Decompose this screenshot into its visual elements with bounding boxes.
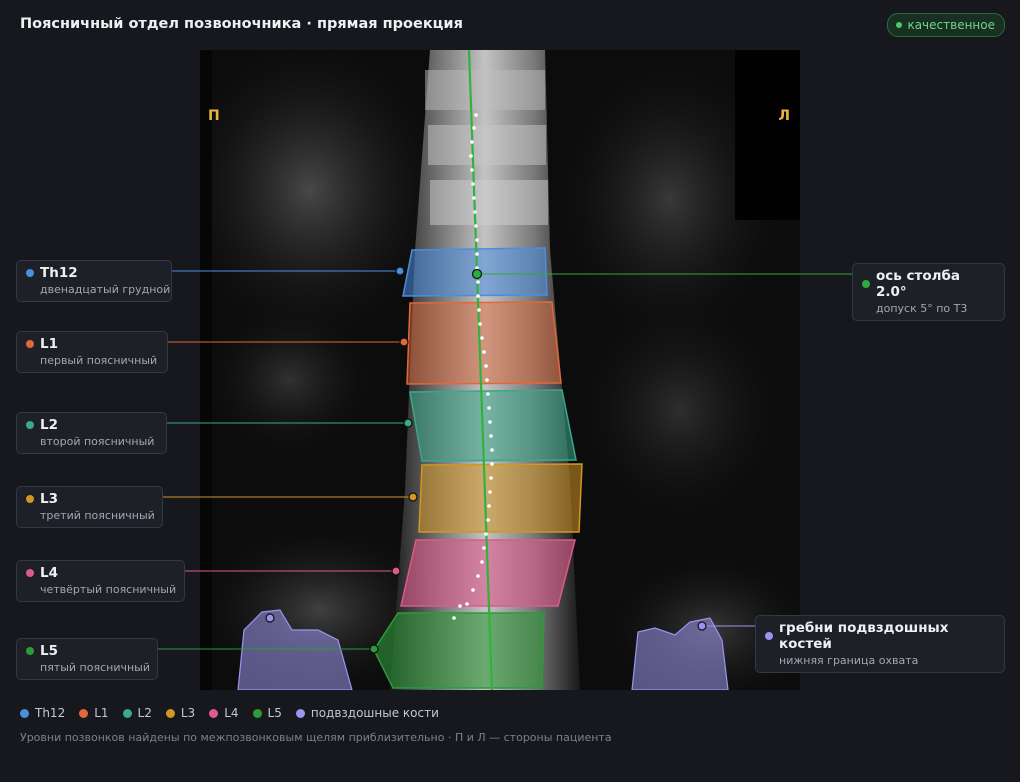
l2-color-dot-icon bbox=[26, 421, 34, 429]
vertebra-name: L4 bbox=[40, 565, 58, 581]
vertebra-card-l3[interactable]: L3 третий поясничный bbox=[16, 486, 163, 528]
vertebra-name: L1 bbox=[40, 336, 58, 352]
patient-right-label: П bbox=[208, 108, 220, 124]
vertebra-card-th12[interactable]: Th12 двенадцатый грудной bbox=[16, 260, 172, 302]
vertebra-description: пятый поясничный bbox=[40, 661, 150, 674]
vertebra-card-l2[interactable]: L2 второй поясничный bbox=[16, 412, 167, 454]
page-title: Поясничный отдел позвоночника · прямая п… bbox=[20, 16, 463, 32]
legend-dot-icon bbox=[20, 708, 29, 718]
vertebra-card-l5[interactable]: L5 пятый поясничный bbox=[16, 638, 158, 680]
l4-color-dot-icon bbox=[26, 569, 34, 577]
quality-badge-label: качественное bbox=[907, 18, 995, 32]
l1-mask bbox=[406, 301, 562, 385]
vertebra-name: L3 bbox=[40, 491, 58, 507]
iliac-crest-description: нижняя граница охвата bbox=[779, 654, 919, 667]
l3-color-dot-icon bbox=[26, 495, 34, 503]
axis-color-dot-icon bbox=[862, 280, 870, 288]
l5-mask bbox=[373, 612, 545, 689]
axis-tolerance: допуск 5° по Т3 bbox=[876, 302, 968, 315]
vertebra-description: четвёртый поясничный bbox=[40, 583, 177, 596]
legend-label: L5 bbox=[267, 706, 282, 720]
spinal-axis-card[interactable]: ось столба 2.0° допуск 5° по Т3 bbox=[852, 263, 1005, 321]
th12-mask bbox=[402, 247, 548, 297]
footnote: Уровни позвонков найдены по межпозвонков… bbox=[20, 731, 612, 744]
iliac-crest-card[interactable]: гребни подвздошных костей нижняя граница… bbox=[755, 615, 1005, 673]
vertebra-description: двенадцатый грудной bbox=[40, 283, 171, 296]
vertebra-description: третий поясничный bbox=[40, 509, 155, 522]
legend-label: Th12 bbox=[35, 706, 66, 720]
xray-viewport[interactable]: П Л bbox=[200, 50, 800, 690]
th12-color-dot-icon bbox=[26, 269, 34, 277]
legend-dot-icon bbox=[165, 708, 175, 718]
legend-dot-icon bbox=[295, 708, 305, 718]
patient-left-label: Л bbox=[778, 108, 790, 124]
vertebra-name: L2 bbox=[40, 417, 58, 433]
legend-label: L3 bbox=[180, 706, 196, 720]
legend-item-l3[interactable]: L3 bbox=[165, 706, 196, 720]
l3-mask bbox=[418, 463, 583, 533]
legend-dot-icon bbox=[122, 708, 132, 718]
legend-label: L2 bbox=[137, 706, 152, 720]
xray-canvas bbox=[200, 50, 800, 690]
legend-item-l5[interactable]: L5 bbox=[252, 706, 282, 720]
legend-item-l1[interactable]: L1 bbox=[79, 706, 109, 720]
quality-badge: качественное bbox=[887, 13, 1005, 37]
l1-color-dot-icon bbox=[26, 340, 34, 348]
axis-angle-label: ось столба 2.0° bbox=[876, 268, 961, 300]
legend-item-l4[interactable]: L4 bbox=[209, 706, 239, 720]
legend-item-l2[interactable]: L2 bbox=[122, 706, 152, 720]
legend-dot-icon bbox=[252, 708, 262, 718]
legend-label: L1 bbox=[94, 706, 109, 720]
legend: Th12 L1 L2 L3 L4 L5 подвздошные кости bbox=[20, 706, 439, 720]
vertebra-description: первый поясничный bbox=[40, 354, 158, 367]
l5-color-dot-icon bbox=[26, 647, 34, 655]
legend-dot-icon bbox=[209, 708, 219, 718]
legend-label: подвздошные кости bbox=[310, 706, 439, 720]
iliac-crest-label: гребни подвздошных костей bbox=[779, 620, 949, 652]
legend-dot-icon bbox=[79, 708, 89, 718]
legend-item-iliac[interactable]: подвздошные кости bbox=[295, 706, 439, 720]
vertebra-card-l4[interactable]: L4 четвёртый поясничный bbox=[16, 560, 185, 602]
status-dot-icon bbox=[896, 22, 903, 28]
vertebra-name: Th12 bbox=[40, 265, 78, 281]
vertebra-name: L5 bbox=[40, 643, 58, 659]
iliac-color-dot-icon bbox=[765, 632, 773, 640]
vertebra-description: второй поясничный bbox=[40, 435, 155, 448]
legend-label: L4 bbox=[224, 706, 239, 720]
vertebra-card-l1[interactable]: L1 первый поясничный bbox=[16, 331, 168, 373]
legend-item-th12[interactable]: Th12 bbox=[20, 706, 65, 720]
